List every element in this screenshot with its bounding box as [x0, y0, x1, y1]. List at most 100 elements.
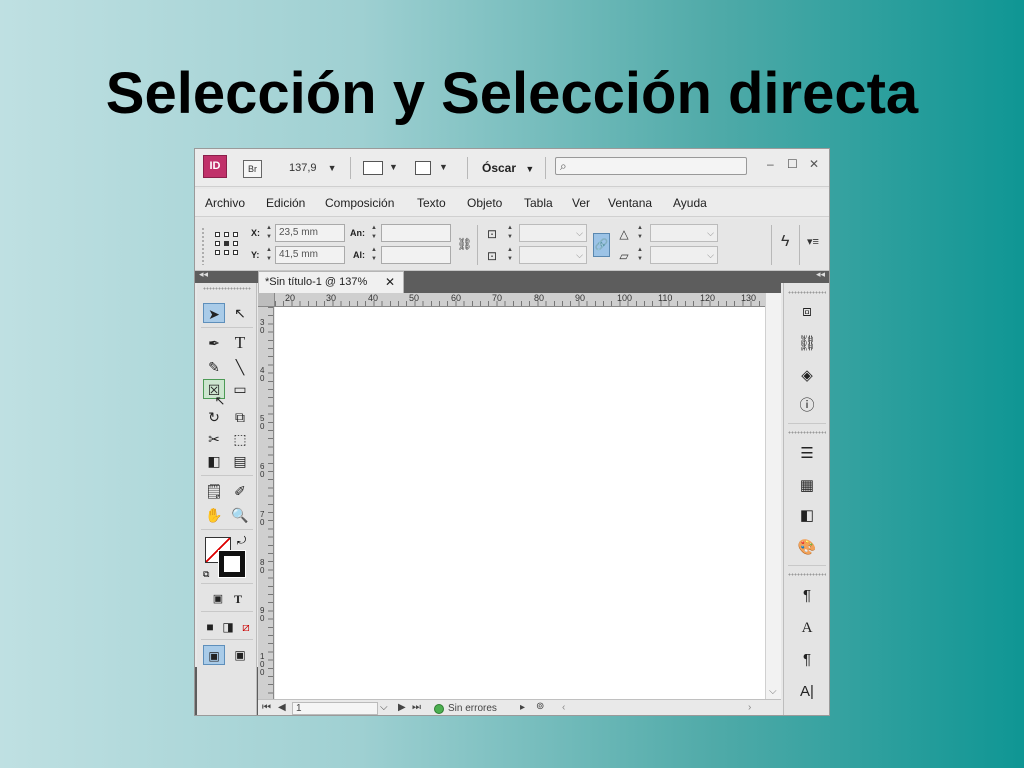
search-field[interactable]: ⌕ [555, 157, 747, 175]
rotation-dropdown[interactable]: ⌵ [650, 224, 718, 242]
open-document-icon[interactable]: ⊚ [536, 701, 544, 712]
default-fill-stroke-icon[interactable]: ⧉ [203, 569, 209, 580]
formatting-text-icon[interactable]: T [227, 589, 249, 609]
selection-tool[interactable]: ➤ [203, 303, 225, 323]
scroll-right-icon[interactable]: › [748, 702, 751, 713]
link-scale-icon[interactable]: 🔗 [593, 233, 610, 257]
vertical-scrollbar[interactable]: ⌵ [765, 293, 781, 699]
menu-ventana[interactable]: Ventana [608, 196, 652, 210]
x-position-field[interactable]: 23,5 mm [275, 224, 345, 242]
reference-point-icon[interactable] [215, 232, 239, 256]
rectangle-tool[interactable]: ▭ [229, 379, 251, 399]
bridge-button[interactable]: Br [243, 160, 262, 178]
chevron-down-icon[interactable]: ▼ [439, 162, 448, 172]
menu-tabla[interactable]: Tabla [524, 196, 553, 210]
scroll-left-icon[interactable]: ‹ [562, 702, 565, 713]
gradient-panel-icon[interactable]: ◧ [796, 505, 818, 527]
y-position-field[interactable]: 41,5 mm [275, 246, 345, 264]
character-panel-icon[interactable]: A| [796, 681, 818, 703]
panel-grip[interactable] [788, 431, 826, 434]
swap-fill-stroke-icon[interactable]: ⤾ [237, 535, 246, 548]
rotate-tool[interactable]: ↻ [203, 407, 225, 427]
scale-x-stepper[interactable]: ▲ ▼ [506, 224, 514, 242]
height-stepper[interactable]: ▲ ▼ [370, 246, 378, 264]
gradient-swatch-tool[interactable]: ◧ [203, 451, 225, 471]
width-stepper[interactable]: ▲ ▼ [370, 224, 378, 242]
free-transform-tool[interactable]: ⬚ [229, 429, 251, 449]
stroke-panel-icon[interactable]: ☰ [796, 443, 818, 465]
x-stepper[interactable]: ▲ ▼ [265, 224, 273, 242]
maximize-button[interactable]: ☐ [787, 157, 798, 171]
color-panel-icon[interactable]: 🎨 [796, 537, 818, 559]
expand-icon[interactable]: ◂◂ [816, 269, 825, 280]
shear-stepper[interactable]: ▲ ▼ [636, 246, 644, 264]
quick-apply-icon[interactable]: ϟ [781, 233, 789, 251]
direct-selection-tool[interactable]: ↖ [229, 303, 251, 323]
panel-menu-icon[interactable]: ▾≡ [807, 235, 819, 248]
zoom-level-dropdown[interactable]: 137,9 ▼ [289, 162, 337, 174]
next-page-icon[interactable]: ▶ [398, 702, 406, 713]
normal-view-icon[interactable]: ▣ [203, 645, 225, 665]
constrain-proportions-icon[interactable]: ⛓ [457, 237, 472, 251]
panel-grip[interactable] [788, 291, 826, 294]
layers-panel-icon[interactable]: ◈ [796, 365, 818, 387]
horizontal-ruler[interactable]: 20 30 40 50 60 70 80 90 100 110 120 130 [275, 293, 765, 307]
scale-x-dropdown[interactable]: ⌵ [519, 224, 587, 242]
page-number-field[interactable]: 1 [292, 702, 378, 715]
width-field[interactable] [381, 224, 451, 242]
menu-texto[interactable]: Texto [417, 196, 446, 210]
eyedropper-tool[interactable]: ✐ [229, 481, 251, 501]
menu-composicion[interactable]: Composición [325, 196, 394, 210]
close-tab-icon[interactable]: ✕ [385, 275, 395, 289]
scale-tool[interactable]: ⧉ [229, 407, 251, 427]
previous-page-icon[interactable]: ◀ [278, 702, 286, 713]
scale-y-stepper[interactable]: ▲ ▼ [506, 246, 514, 264]
preflight-status-text[interactable]: Sin errores [448, 703, 497, 714]
last-page-icon[interactable]: ⏭ [412, 702, 421, 713]
menu-archivo[interactable]: Archivo [205, 196, 245, 210]
paragraph-panel-icon[interactable]: ¶ [796, 649, 818, 671]
collapse-icon[interactable]: ◂◂ [199, 269, 208, 280]
height-field[interactable] [381, 246, 451, 264]
preview-mode-icon[interactable]: ▣ [229, 645, 251, 665]
menu-ayuda[interactable]: Ayuda [673, 196, 707, 210]
vertical-ruler[interactable]: 3 0 4 0 5 0 6 0 7 0 8 0 9 0 1 0 0 [258, 307, 274, 699]
links-panel-icon[interactable]: ⛓ [796, 333, 818, 355]
first-page-icon[interactable]: ⏮ [262, 702, 271, 713]
chevron-down-icon[interactable]: ⌵ [380, 702, 388, 713]
right-panel-header[interactable]: ◂◂ [781, 269, 829, 283]
document-canvas[interactable] [275, 307, 765, 699]
line-tool[interactable]: ╲ [229, 357, 251, 377]
zoom-tool[interactable]: 🔍 [229, 505, 251, 525]
scroll-down-icon[interactable]: ⌵ [769, 686, 777, 697]
chevron-down-icon[interactable]: ▼ [389, 162, 398, 172]
character-styles-panel-icon[interactable]: A [796, 617, 818, 639]
menu-ver[interactable]: Ver [572, 196, 590, 210]
shear-dropdown[interactable]: ⌵ [650, 246, 718, 264]
type-tool[interactable]: T [229, 333, 251, 353]
close-button[interactable]: ✕ [809, 157, 819, 171]
pen-tool[interactable]: ✒ [203, 333, 225, 353]
menu-objeto[interactable]: Objeto [467, 196, 502, 210]
view-options-icon[interactable] [363, 161, 383, 175]
menu-edicion[interactable]: Edición [266, 196, 305, 210]
tools-panel-header[interactable]: ◂◂ [195, 269, 258, 283]
formatting-container-icon[interactable]: ▣ [207, 589, 229, 609]
gradient-feather-tool[interactable]: ▤ [229, 451, 251, 471]
rotation-stepper[interactable]: ▲ ▼ [636, 224, 644, 242]
note-tool[interactable]: 🗒 [203, 481, 225, 501]
hand-tool[interactable]: ✋ [203, 505, 225, 525]
paragraph-styles-panel-icon[interactable]: ¶ [796, 585, 818, 607]
panel-grip[interactable] [788, 573, 826, 576]
scissors-tool[interactable]: ✂ [203, 429, 225, 449]
panel-grip[interactable] [201, 227, 205, 265]
minimize-button[interactable]: – [767, 157, 774, 171]
scale-y-dropdown[interactable]: ⌵ [519, 246, 587, 264]
ruler-origin[interactable] [258, 293, 275, 307]
stroke-swatch[interactable] [218, 550, 246, 578]
panel-grip[interactable] [203, 287, 251, 290]
document-tab[interactable]: *Sin título-1 @ 137% ✕ [258, 271, 404, 293]
preflight-menu-icon[interactable]: ▸ [520, 702, 525, 713]
info-panel-icon[interactable]: ⓘ [796, 395, 818, 417]
swatches-panel-icon[interactable]: ▦ [796, 475, 818, 497]
